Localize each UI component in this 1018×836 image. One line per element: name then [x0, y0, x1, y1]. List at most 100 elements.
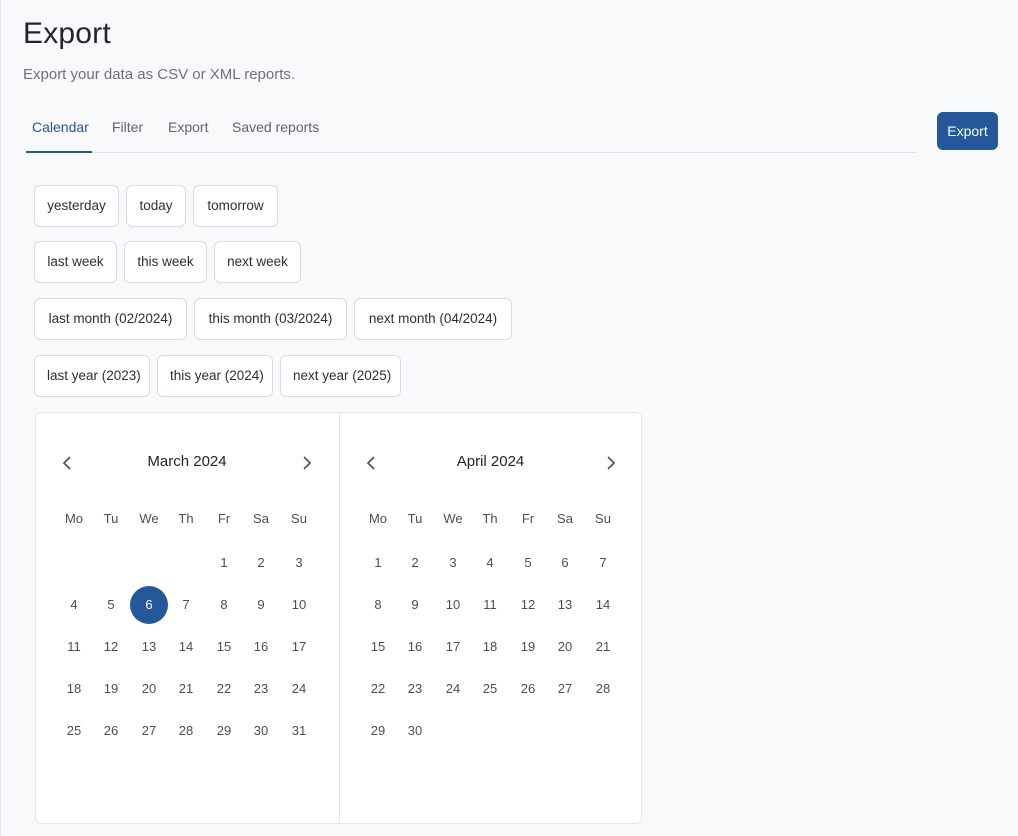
calendar-day[interactable]: 6: [546, 544, 584, 582]
weekday-label: Th: [178, 511, 194, 526]
chevron-right-icon: [303, 456, 312, 470]
calendar-day[interactable]: 9: [242, 586, 280, 624]
calendar-day[interactable]: 25: [471, 670, 509, 708]
calendar-day[interactable]: 29: [359, 712, 397, 750]
calendar-day[interactable]: 30: [242, 712, 280, 750]
next-month-button[interactable]: [597, 449, 625, 477]
tab-bar: Calendar Filter Export Saved reports: [26, 106, 916, 153]
export-page: Export Export your data as CSV or XML re…: [0, 0, 1018, 836]
range-last-week-button[interactable]: last week: [34, 241, 117, 283]
calendar-day[interactable]: 28: [167, 712, 205, 750]
calendar-day[interactable]: 21: [584, 628, 622, 666]
calendar-day[interactable]: 1: [205, 544, 243, 582]
calendar-day[interactable]: 25: [55, 712, 93, 750]
calendar-day[interactable]: 23: [242, 670, 280, 708]
calendar-day[interactable]: 8: [205, 586, 243, 624]
calendar-day[interactable]: 9: [396, 586, 434, 624]
calendar-day[interactable]: 5: [92, 586, 130, 624]
calendar-day[interactable]: 2: [242, 544, 280, 582]
tab-saved-reports[interactable]: Saved reports: [226, 106, 325, 153]
calendar-day[interactable]: 16: [396, 628, 434, 666]
calendar-day[interactable]: 22: [205, 670, 243, 708]
weekday-label: We: [443, 511, 463, 526]
weekday-label: Fr: [217, 511, 231, 526]
calendar-day[interactable]: 4: [55, 586, 93, 624]
calendar-day[interactable]: 24: [434, 670, 472, 708]
calendar-month-april: April 2024 Mo Tu We Th Fr Sa Su 1 2 3 4 5 6 7 8 9 10 11 12…: [339, 413, 641, 823]
range-last-month-button[interactable]: last month (02/2024): [34, 298, 187, 340]
calendar-day[interactable]: 29: [205, 712, 243, 750]
calendar-day[interactable]: 23: [396, 670, 434, 708]
calendar-day[interactable]: 27: [130, 712, 168, 750]
tab-calendar[interactable]: Calendar: [26, 106, 92, 153]
calendar-day[interactable]: 8: [359, 586, 397, 624]
calendar-day-selected[interactable]: 6: [130, 586, 168, 624]
weekday-label: We: [139, 511, 159, 526]
page-subtitle: Export your data as CSV or XML reports.: [23, 66, 296, 83]
calendar-day[interactable]: 14: [167, 628, 205, 666]
range-this-week-button[interactable]: this week: [124, 241, 207, 283]
calendar-day[interactable]: 1: [359, 544, 397, 582]
tab-filter[interactable]: Filter: [106, 106, 149, 153]
weekday-label: Th: [482, 511, 498, 526]
calendar-day[interactable]: 15: [205, 628, 243, 666]
calendar-day[interactable]: 18: [471, 628, 509, 666]
calendar-day[interactable]: 11: [471, 586, 509, 624]
calendar-day[interactable]: 14: [584, 586, 622, 624]
range-today-button[interactable]: today: [126, 185, 186, 227]
calendar-day[interactable]: 16: [242, 628, 280, 666]
range-this-year-button[interactable]: this year (2024): [157, 355, 273, 397]
tab-export[interactable]: Export: [162, 106, 214, 153]
calendar-day[interactable]: 27: [546, 670, 584, 708]
calendar-day[interactable]: 17: [280, 628, 318, 666]
range-next-year-button[interactable]: next year (2025): [280, 355, 401, 397]
calendar-day[interactable]: 28: [584, 670, 622, 708]
chevron-right-icon: [607, 456, 616, 470]
calendar-day[interactable]: 7: [167, 586, 205, 624]
calendar-day[interactable]: 15: [359, 628, 397, 666]
calendar-day[interactable]: 10: [434, 586, 472, 624]
calendar-day[interactable]: 4: [471, 544, 509, 582]
calendar-day[interactable]: 30: [396, 712, 434, 750]
page-title: Export: [23, 17, 111, 50]
calendar-day[interactable]: 3: [434, 544, 472, 582]
calendar-day[interactable]: 20: [546, 628, 584, 666]
calendar-day[interactable]: 18: [55, 670, 93, 708]
calendar-day[interactable]: 13: [130, 628, 168, 666]
calendar-day[interactable]: 26: [92, 712, 130, 750]
next-month-button[interactable]: [293, 449, 321, 477]
calendar-day[interactable]: 12: [92, 628, 130, 666]
calendar-day[interactable]: 12: [509, 586, 547, 624]
calendar-day[interactable]: 3: [280, 544, 318, 582]
calendar-day[interactable]: 31: [280, 712, 318, 750]
weekday-label: Tu: [103, 511, 119, 526]
calendar-day[interactable]: 5: [509, 544, 547, 582]
date-range-calendar: March 2024 Mo Tu We Th Fr Sa Su 1 2 3 4 5 6 7 8 9 10 11 12…: [35, 412, 642, 824]
export-button[interactable]: Export: [937, 112, 998, 150]
weekday-label: Su: [291, 511, 307, 526]
calendar-day[interactable]: 19: [92, 670, 130, 708]
weekday-label: Mo: [64, 511, 84, 526]
month-title: April 2024: [456, 453, 525, 470]
calendar-day[interactable]: 13: [546, 586, 584, 624]
calendar-day[interactable]: 17: [434, 628, 472, 666]
calendar-day[interactable]: 10: [280, 586, 318, 624]
calendar-day[interactable]: 20: [130, 670, 168, 708]
calendar-day[interactable]: 24: [280, 670, 318, 708]
calendar-day[interactable]: 2: [396, 544, 434, 582]
calendar-day[interactable]: 7: [584, 544, 622, 582]
range-tomorrow-button[interactable]: tomorrow: [193, 185, 278, 227]
calendar-day[interactable]: 19: [509, 628, 547, 666]
weekday-label: Mo: [368, 511, 388, 526]
range-this-month-button[interactable]: this month (03/2024): [194, 298, 347, 340]
weekday-label: Su: [595, 511, 611, 526]
range-last-year-button[interactable]: last year (2023): [34, 355, 150, 397]
calendar-day[interactable]: 26: [509, 670, 547, 708]
range-yesterday-button[interactable]: yesterday: [34, 185, 119, 227]
calendar-day[interactable]: 11: [55, 628, 93, 666]
calendar-day[interactable]: 21: [167, 670, 205, 708]
calendar-day[interactable]: 22: [359, 670, 397, 708]
range-next-month-button[interactable]: next month (04/2024): [354, 298, 512, 340]
weekday-label: Fr: [521, 511, 535, 526]
range-next-week-button[interactable]: next week: [214, 241, 301, 283]
